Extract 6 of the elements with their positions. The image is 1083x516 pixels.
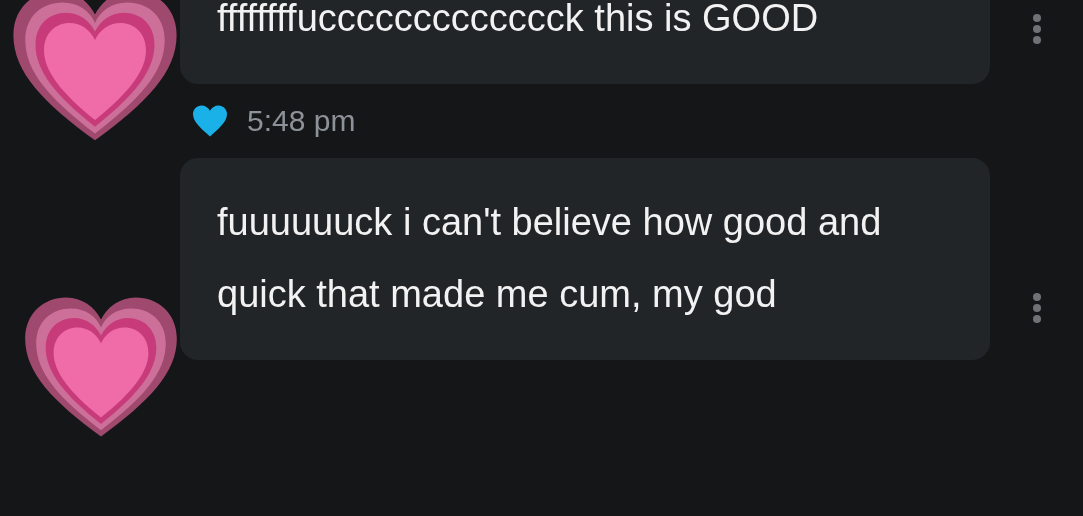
message-text: ffffffffuccccccccccccck this is GOOD xyxy=(217,0,820,41)
more-options-icon[interactable] xyxy=(1031,14,1042,44)
more-options-icon[interactable] xyxy=(1031,293,1042,323)
heart-icon[interactable] xyxy=(191,104,229,138)
message-text: fuuuuuuck i can't believe how good and quick that made me cum, my god xyxy=(217,200,883,317)
message-time: 5:48 pm xyxy=(247,104,356,138)
